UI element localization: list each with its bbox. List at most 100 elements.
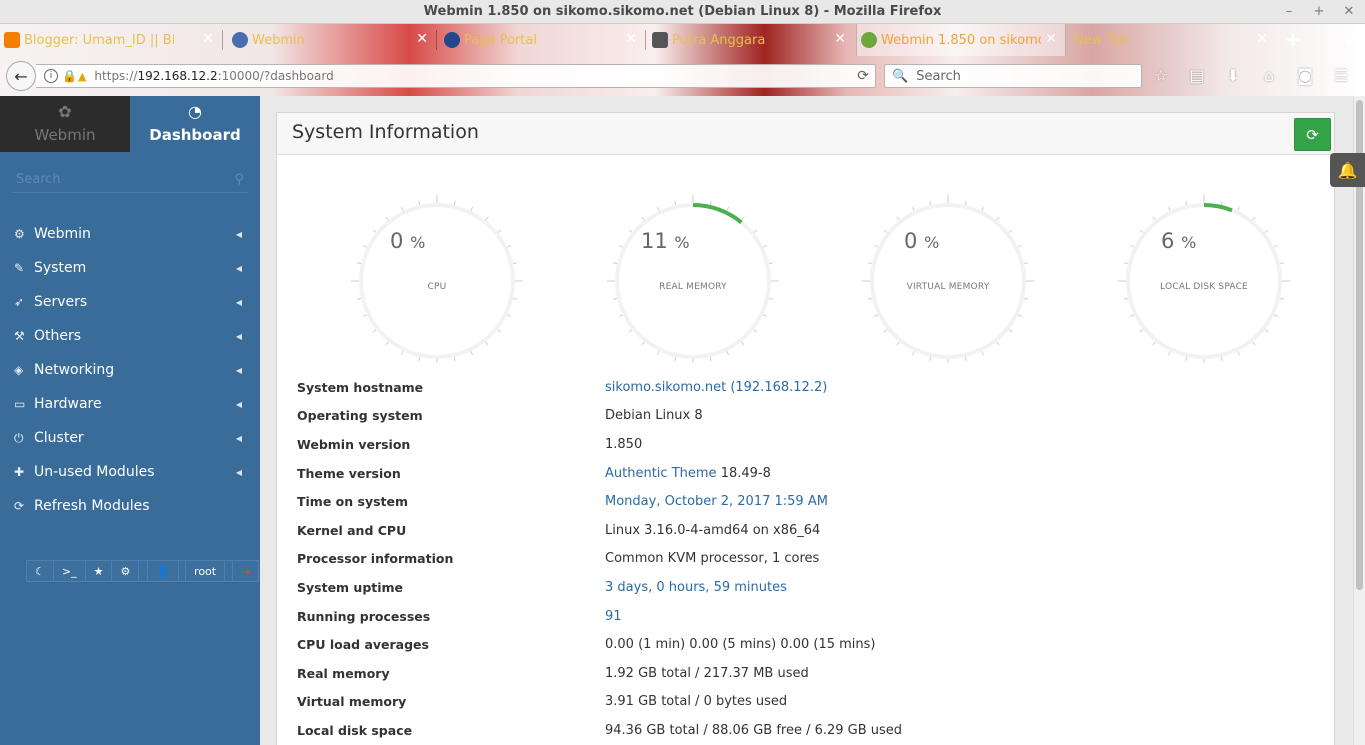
maximize-button[interactable]: + (1313, 0, 1325, 24)
sidebar-item-networking[interactable]: ◈ Networking ◀ (0, 353, 260, 387)
info-row-theme-version: Theme version Authentic Theme 18.49-8 (297, 459, 1297, 488)
back-arrow-icon[interactable]: ← (6, 61, 36, 91)
gauge-tick (372, 229, 377, 233)
authentic-theme-link[interactable]: Authentic Theme (605, 466, 717, 481)
sidebar-item-webmin[interactable]: ⚙ Webmin ◀ (0, 217, 260, 251)
notifications-bell-icon[interactable]: 🔔 (1330, 153, 1365, 187)
hamburger-menu-icon[interactable]: ☰ (1330, 66, 1352, 86)
time-link[interactable]: Monday, October 2, 2017 1:59 AM (605, 494, 828, 509)
new-tab-plus-icon[interactable]: + (1280, 24, 1306, 56)
gauge-tick (753, 229, 758, 233)
info-value: 3.91 GB total / 0 bytes used (605, 694, 788, 710)
reload-icon[interactable]: ⟳ (857, 68, 869, 84)
sidebar-item-label: Servers (34, 294, 88, 310)
logout-icon[interactable]: ➜ (232, 560, 260, 582)
processes-link[interactable]: 91 (605, 609, 622, 624)
browser-search-input[interactable]: 🔍 Search (884, 64, 1142, 88)
sidebar-search-input[interactable]: Search ⚲ (12, 167, 248, 193)
gauge-tick (656, 206, 660, 211)
power-icon: ⏻ (14, 430, 24, 445)
uptime-link[interactable]: 3 days, 0 hours, 59 minutes (605, 580, 787, 595)
favorites-star-icon[interactable]: ★ (84, 560, 113, 582)
sidebar-item-unused-modules[interactable]: ✚ Un-used Modules ◀ (0, 455, 260, 489)
home-icon[interactable]: ⌂ (1258, 66, 1280, 86)
gauge-tick (1023, 297, 1029, 300)
sidebar: ✿ Webmin ◔ Dashboard Search ⚲ ⚙ Webmin ◀… (0, 96, 260, 745)
hostname-link[interactable]: sikomo.sikomo.net (192.168.12.2) (605, 380, 827, 395)
info-row-hostname: System hostname sikomo.sikomo.net (192.1… (297, 373, 1297, 402)
gauge-dial (607, 195, 779, 363)
minimize-button[interactable]: – (1283, 0, 1295, 24)
sidebar-item-system[interactable]: ✎ System ◀ (0, 251, 260, 285)
sidebar-tab-webmin[interactable]: ✿ Webmin (0, 96, 130, 152)
sidebar-tab-dashboard[interactable]: ◔ Dashboard (130, 96, 260, 152)
gauge-tick (512, 297, 518, 300)
theme-settings-gears-icon[interactable]: ⚙ (111, 560, 140, 582)
site-info-icon[interactable]: i (44, 69, 58, 83)
sidebar-item-others[interactable]: ⚒ Others ◀ (0, 319, 260, 353)
info-row-processor: Processor information Common KVM process… (297, 545, 1297, 574)
gauge-tick (362, 314, 367, 318)
tab-webmin[interactable]: Webmin ✕ (228, 24, 436, 56)
tab-close-icon[interactable]: ✕ (1256, 31, 1268, 47)
toolbar-icons: ☆ ▤ ⬇ ⌂ ◙ ☰ (1150, 66, 1352, 86)
gauge-tick (385, 341, 389, 346)
download-icon[interactable]: ⬇ (1222, 66, 1244, 86)
sidebar-item-servers[interactable]: ➶ Servers ◀ (0, 285, 260, 319)
gauge-ring (615, 203, 771, 359)
gauge-tick (641, 216, 645, 221)
user-button[interactable]: 👤 root (138, 560, 234, 582)
info-key: Running processes (297, 608, 431, 624)
tab-close-icon[interactable]: ✕ (202, 31, 214, 47)
tab-page-portal[interactable]: Page Portal ✕ (440, 24, 645, 56)
url-text[interactable]: https://192.168.12.2:10000/?dashboard (94, 69, 333, 83)
gauge-tick (964, 200, 967, 206)
gauge-tick (612, 262, 618, 265)
gauge-tick (1167, 206, 1171, 211)
tab-close-icon[interactable]: ✕ (625, 31, 637, 47)
close-window-button[interactable]: ✕ (1343, 0, 1355, 24)
gauge-tick (507, 244, 512, 248)
tab-label: Page Portal (464, 32, 537, 48)
tab-putra-anggara[interactable]: Putra Anggara ✕ (648, 24, 854, 56)
terminal-icon[interactable]: >_ (52, 560, 86, 582)
tab-close-icon[interactable]: ✕ (416, 31, 428, 47)
sidebar-item-label: Others (34, 328, 82, 344)
gauge-tick (612, 297, 618, 300)
tab-list-chevron-icon[interactable] (1343, 32, 1355, 48)
sidebar-item-cluster[interactable]: ⏻ Cluster ◀ (0, 421, 260, 455)
lock-icon[interactable]: 🔒 (62, 69, 77, 83)
tab-blogger[interactable]: Blogger: Umam_ID || BLC ✕ (0, 24, 222, 56)
gauge-tick (726, 351, 730, 356)
url-bar[interactable]: i 🔒 ▲ https://192.168.12.2:10000/?dashbo… (36, 64, 876, 88)
pocket-icon[interactable]: ◙ (1294, 66, 1316, 86)
info-value: 18.49-8 (720, 465, 771, 481)
reading-list-icon[interactable]: ▤ (1186, 66, 1208, 86)
gauge-tick (641, 341, 645, 346)
warning-icon: ▲ (77, 69, 87, 83)
blogger-favicon-icon (4, 32, 20, 48)
tab-webmin-active[interactable]: Webmin 1.850 on sikomo.si ✕ (856, 24, 1066, 56)
gauge-tick (1023, 262, 1029, 265)
gauge-tick (768, 297, 774, 300)
bookmark-star-icon[interactable]: ☆ (1150, 66, 1172, 86)
gauge-tick (470, 351, 474, 356)
night-mode-moon-icon[interactable]: ☾ (26, 560, 54, 582)
webmin-favicon-icon (861, 32, 877, 48)
sidebar-item-hardware[interactable]: ▭ Hardware ◀ (0, 387, 260, 421)
shield-icon: ◈ (14, 363, 24, 377)
gauge-tick (867, 262, 873, 265)
page-scrollbar[interactable] (1353, 96, 1365, 745)
tab-label: New Tab (1074, 32, 1129, 48)
tab-strip: Blogger: Umam_ID || BLC ✕ Webmin ✕ Page … (0, 24, 1365, 56)
gauge-real-memory: 11 % REAL MEMORY (593, 179, 793, 363)
gauge-tick (400, 206, 404, 211)
gauge-ring (870, 203, 1026, 359)
tab-new-tab[interactable]: New Tab ✕ (1050, 24, 1276, 56)
refresh-button[interactable]: ⟳ (1294, 118, 1331, 151)
sidebar-item-refresh-modules[interactable]: ⟳ Refresh Modules (0, 489, 260, 523)
tab-close-icon[interactable]: ✕ (834, 31, 846, 47)
info-value: 94.36 GB total / 88.06 GB free / 6.29 GB… (605, 722, 903, 738)
gauge-value: 0 % (390, 229, 426, 253)
caret-left-icon: ◀ (235, 297, 242, 307)
